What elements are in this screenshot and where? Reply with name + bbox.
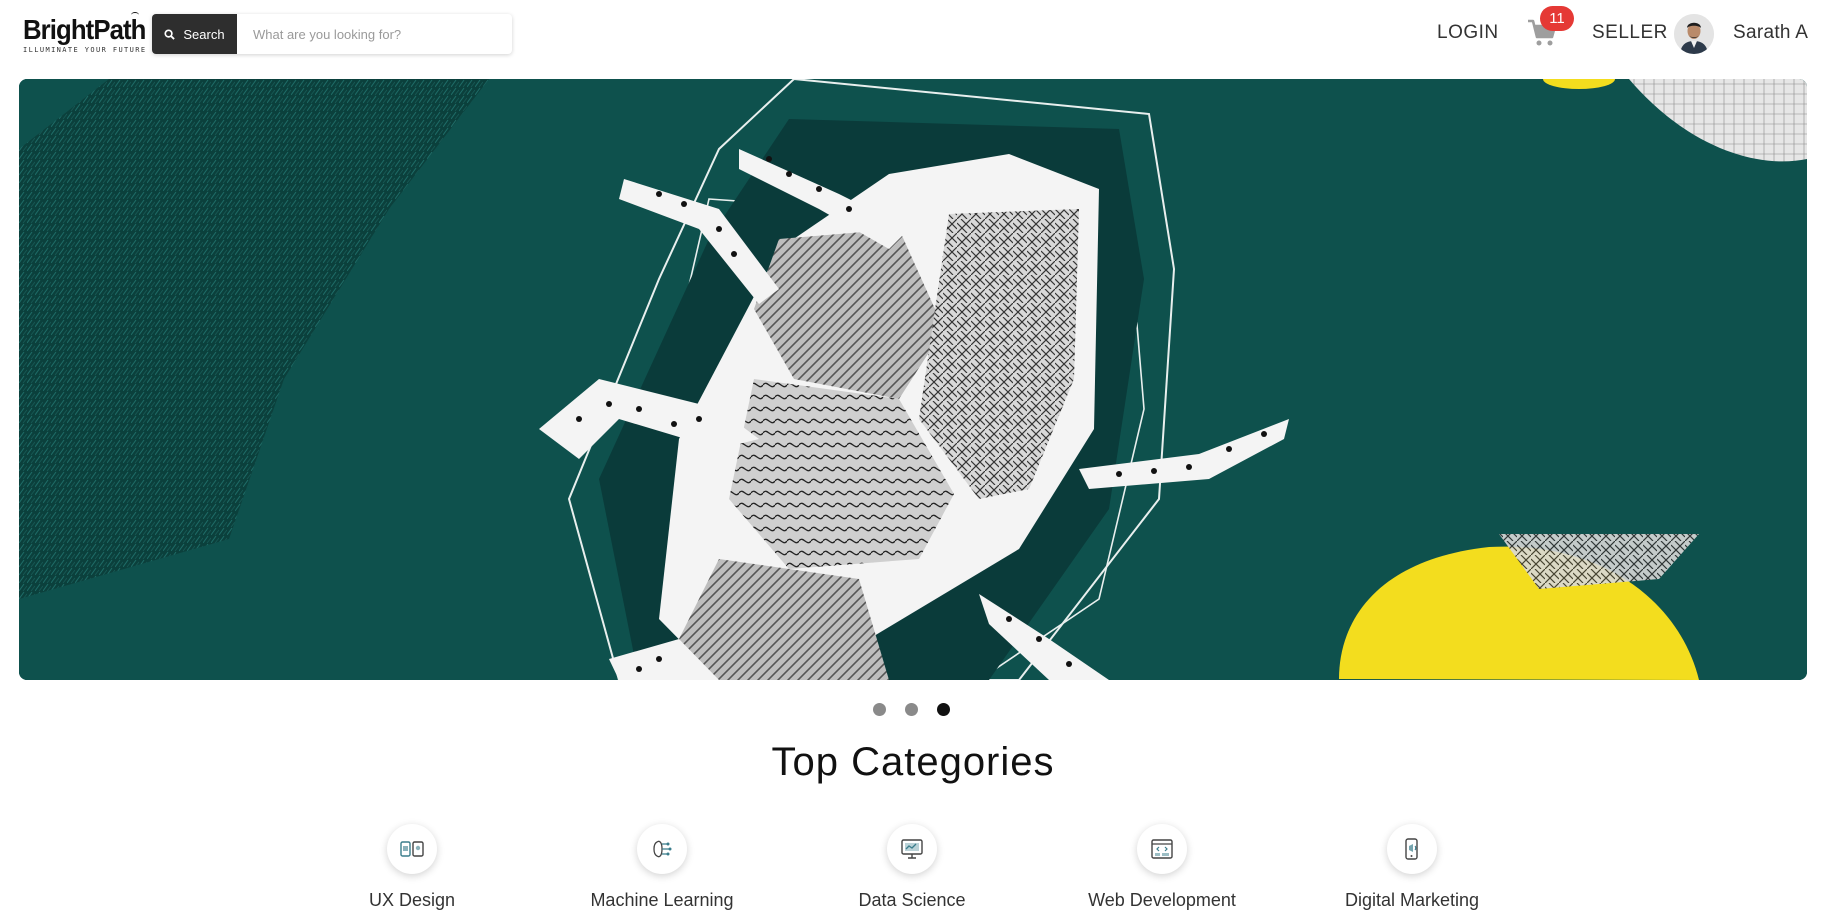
- search-input[interactable]: [237, 14, 512, 54]
- category-label: Data Science: [858, 890, 966, 910]
- hero-carousel[interactable]: [19, 79, 1807, 680]
- data-science-icon: [901, 839, 923, 859]
- category-machine-learning[interactable]: Machine Learning: [567, 824, 757, 911]
- category-icon-circle: [1387, 824, 1437, 874]
- search-button-label: Search: [183, 26, 225, 42]
- category-web-development[interactable]: Web Development: [1067, 824, 1257, 911]
- top-navbar: BrightPath ILLUMINATE YOUR FUTURE Search…: [0, 0, 1826, 70]
- carousel-indicators: [0, 703, 1826, 719]
- user-name[interactable]: Sarath A: [1733, 22, 1808, 44]
- section-title-top-categories: Top Categories: [771, 740, 1055, 784]
- carousel-dot-3[interactable]: [937, 703, 950, 716]
- category-label: Digital Marketing: [1344, 890, 1480, 910]
- carousel-dot-1[interactable]: [873, 703, 886, 716]
- search-bar: Search: [152, 14, 512, 54]
- brand-tagline: ILLUMINATE YOUR FUTURE: [23, 46, 147, 54]
- category-icon-circle: [387, 824, 437, 874]
- category-icon-circle: [1137, 824, 1187, 874]
- brand-name: BrightPath: [23, 14, 146, 45]
- seller-link[interactable]: SELLER: [1592, 22, 1668, 44]
- carousel-dot-group: [873, 703, 950, 716]
- search-button[interactable]: Search: [152, 14, 237, 54]
- cart-count-badge: 11: [1540, 6, 1574, 31]
- category-icon-circle: [637, 824, 687, 874]
- login-link[interactable]: LOGIN: [1437, 22, 1499, 44]
- category-ux-design[interactable]: UX Design: [317, 824, 507, 911]
- hero-banner-illustration: [19, 79, 1807, 680]
- user-photo-icon: [1674, 14, 1714, 54]
- category-label: UX Design: [368, 890, 456, 910]
- web-development-icon: [1151, 839, 1173, 859]
- brand-arc-mark: [131, 12, 139, 18]
- category-data-science[interactable]: Data Science: [817, 824, 1007, 911]
- category-label: Web Development: [1088, 890, 1236, 910]
- category-icon-circle: [887, 824, 937, 874]
- brand-logo[interactable]: BrightPath ILLUMINATE YOUR FUTURE: [23, 12, 147, 58]
- search-icon: [164, 28, 176, 40]
- category-label: Machine Learning: [590, 890, 734, 910]
- machine-learning-icon: [653, 840, 672, 858]
- user-avatar[interactable]: [1674, 14, 1714, 54]
- ux-design-icon: [400, 841, 424, 857]
- carousel-dot-2[interactable]: [905, 703, 918, 716]
- category-digital-marketing[interactable]: Digital Marketing: [1317, 824, 1507, 911]
- digital-marketing-icon: [1405, 838, 1418, 860]
